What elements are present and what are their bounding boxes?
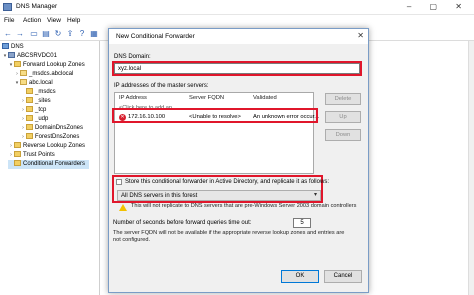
dialog-titlebar: New Conditional Forwarder ✕ [109, 29, 368, 44]
tree-item-msdcs[interactable]: _msdcs [20, 88, 56, 97]
chevron-down-icon: ▾ [313, 192, 317, 198]
delete-button[interactable]: Delete [325, 93, 361, 105]
dns-domain-label: DNS Domain: [114, 54, 151, 60]
down-button[interactable]: Down [325, 129, 361, 141]
dns-domain-input[interactable]: xyz.local [114, 63, 360, 74]
warning-icon [119, 204, 127, 211]
store-in-ad-checkbox[interactable] [116, 179, 122, 185]
ok-button[interactable]: OK [281, 270, 319, 283]
app-titlebar: DNS Manager – ▢ ✕ [0, 0, 474, 15]
tree-item-msdcs-zone[interactable]: › _msdcs.abclocal [14, 70, 73, 79]
dns-manager-icon [3, 3, 12, 11]
folder-icon [26, 115, 33, 121]
menu-file[interactable]: File [4, 17, 14, 24]
zone-icon [20, 70, 27, 76]
folder-icon [14, 142, 21, 148]
app-title: DNS Manager [16, 3, 58, 10]
cancel-button[interactable]: Cancel [324, 270, 362, 283]
folder-icon [14, 151, 21, 157]
column-validated[interactable]: Validated [253, 95, 277, 101]
properties-icon[interactable]: ▤ [41, 29, 51, 39]
tree-item-domaindnszones[interactable]: › DomainDnsZones [20, 124, 83, 133]
folder-icon [26, 133, 33, 139]
help-icon[interactable]: ? [77, 29, 87, 39]
folder-icon [26, 97, 33, 103]
column-ip-address[interactable]: IP Address [119, 95, 147, 101]
details-pane-scrollbar[interactable] [468, 41, 474, 295]
timeout-label: Number of seconds before forward queries… [113, 220, 252, 226]
tree-item-abc-local[interactable]: ▾ abc.local [14, 79, 53, 88]
tree-item-forward-lookup-zones[interactable]: ▾ Forward Lookup Zones [8, 61, 85, 70]
forward-arrow-icon[interactable]: → [15, 29, 25, 39]
tree-item-trust-points[interactable]: › Trust Points [8, 151, 55, 160]
tree-item-forestdnszones[interactable]: › ForestDnsZones [20, 133, 79, 142]
timeout-seconds-input[interactable]: 5 [293, 218, 311, 228]
tree-item-conditional-forwarders[interactable]: Conditional Forwarders [8, 160, 90, 169]
replication-warning-text: This will not replicate to DNS servers t… [131, 203, 357, 209]
menu-help[interactable]: Help [67, 17, 80, 24]
ip-row-highlight-box [112, 108, 318, 123]
store-in-ad-label: Store this conditional forwarder in Acti… [125, 179, 329, 185]
tree-item-server[interactable]: ▾ ABCSRVDC01 [2, 52, 57, 61]
new-conditional-forwarder-dialog: New Conditional Forwarder ✕ DNS Domain: … [108, 28, 369, 293]
tree-item-dns[interactable]: DNS [2, 43, 24, 52]
export-icon[interactable]: ⇪ [65, 29, 75, 39]
column-server-fqdn[interactable]: Server FQDN [189, 95, 224, 101]
dns-icon [2, 43, 9, 49]
refresh-icon[interactable]: ↻ [53, 29, 63, 39]
tree-item-udp[interactable]: › _udp [20, 115, 48, 124]
master-servers-grid[interactable]: IP Address Server FQDN Validated <Click … [114, 92, 319, 174]
dialog-title: New Conditional Forwarder [116, 33, 195, 40]
close-icon[interactable]: ✕ [357, 31, 364, 40]
folder-icon [14, 160, 21, 166]
up-folder-icon[interactable]: ▭ [29, 29, 39, 39]
folder-icon [14, 61, 21, 67]
folder-icon [26, 124, 33, 130]
folder-icon [26, 106, 33, 112]
replication-scope-select[interactable]: All DNS servers in this forest ▾ [117, 190, 321, 201]
window-controls[interactable]: – ▢ ✕ [407, 2, 470, 11]
replication-scope-value: All DNS servers in this forest [121, 193, 198, 199]
ip-addresses-label: IP addresses of the master servers: [114, 83, 209, 89]
server-icon [8, 52, 15, 58]
tree-item-reverse-lookup-zones[interactable]: › Reverse Lookup Zones [8, 142, 85, 151]
pane-icon[interactable]: ▦ [89, 29, 99, 39]
console-tree: DNS ▾ ABCSRVDC01 ▾ Forward Lookup Zones › _… [0, 41, 100, 295]
fqdn-note-text: The server FQDN will not be available if… [113, 230, 345, 243]
folder-icon [26, 88, 33, 94]
tree-item-tcp[interactable]: › _tcp [20, 106, 46, 115]
tree-item-sites[interactable]: › _sites [20, 97, 51, 106]
menu-view[interactable]: View [47, 17, 61, 24]
up-button[interactable]: Up [325, 111, 361, 123]
back-arrow-icon[interactable]: ← [3, 29, 13, 39]
menu-bar: File Action View Help [0, 15, 474, 27]
menu-action[interactable]: Action [23, 17, 41, 24]
zone-icon [20, 79, 27, 85]
